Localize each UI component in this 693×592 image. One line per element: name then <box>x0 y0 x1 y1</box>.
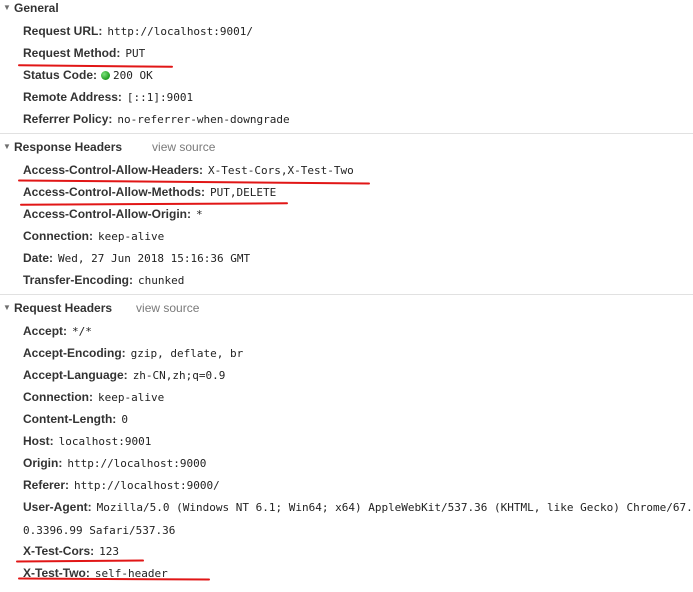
section-title: Response Headers <box>14 140 123 154</box>
header-row: X-Test-Two: self-header <box>23 562 693 584</box>
response-headers-section-header[interactable]: ▼ Response Headers view source <box>0 139 693 159</box>
header-row: X-Test-Cors: 123 <box>23 540 693 562</box>
header-key: Access-Control-Allow-Headers: <box>23 163 204 177</box>
triangle-down-icon[interactable]: ▼ <box>3 139 13 155</box>
header-key: Transfer-Encoding: <box>23 273 134 287</box>
header-value: 200 OK <box>113 69 153 82</box>
header-key: Accept-Encoding: <box>23 346 126 360</box>
header-row: Referer: http://localhost:9000/ <box>23 474 693 496</box>
header-key: Remote Address: <box>23 90 122 104</box>
header-value: Wed, 27 Jun 2018 15:16:36 GMT <box>58 252 251 265</box>
header-value: [::1]:9001 <box>126 91 194 104</box>
header-value: X-Test-Cors,X-Test-Two <box>208 164 354 177</box>
header-key: Request URL: <box>23 24 103 38</box>
header-value: PUT <box>125 47 146 60</box>
triangle-down-icon[interactable]: ▼ <box>3 300 13 316</box>
header-value: keep-alive <box>98 391 165 404</box>
header-key: Connection: <box>23 390 93 404</box>
general-rows: Request URL: http://localhost:9001/ Reque… <box>0 20 693 130</box>
header-value: PUT,DELETE <box>210 186 277 199</box>
header-row: Request Method: PUT <box>23 42 693 64</box>
header-value: Mozilla/5.0 (Windows NT 6.1; Win64; x64)… <box>23 501 693 537</box>
header-row: User-Agent: Mozilla/5.0 (Windows NT 6.1; … <box>23 496 693 540</box>
header-row: Content-Length: 0 <box>23 408 693 430</box>
header-key: Accept: <box>23 324 68 338</box>
header-row: Connection: keep-alive <box>23 386 693 408</box>
section-title: General <box>14 1 59 15</box>
general-section-header[interactable]: ▼ General <box>0 0 693 20</box>
response-headers-section: ▼ Response Headers view source Access-Co… <box>0 134 693 295</box>
header-value: 0 <box>121 413 128 426</box>
header-row: Remote Address: [::1]:9001 <box>23 86 693 108</box>
header-row: Request URL: http://localhost:9001/ <box>23 20 693 42</box>
header-value: keep-alive <box>98 230 165 243</box>
header-key: Request Method: <box>23 46 121 60</box>
request-headers-section-header[interactable]: ▼ Request Headers view source <box>0 300 693 320</box>
header-row: Accept: */* <box>23 320 693 342</box>
header-key: Referrer Policy: <box>23 112 113 126</box>
triangle-down-icon[interactable]: ▼ <box>3 0 13 16</box>
header-row: Connection: keep-alive <box>23 225 693 247</box>
header-row: Referrer Policy: no-referrer-when-downgra… <box>23 108 693 130</box>
header-value: no-referrer-when-downgrade <box>117 113 290 126</box>
response-headers-rows: Access-Control-Allow-Headers: X-Test-Cors… <box>0 159 693 291</box>
status-dot-icon <box>101 71 111 80</box>
header-value: * <box>196 208 203 221</box>
header-key: Status Code: <box>23 68 98 82</box>
header-row: Host: localhost:9001 <box>23 430 693 452</box>
header-value: http://localhost:9001/ <box>107 25 254 38</box>
header-value: chunked <box>138 274 185 287</box>
header-row: Origin: http://localhost:9000 <box>23 452 693 474</box>
header-key: Accept-Language: <box>23 368 128 382</box>
header-value: http://localhost:9000 <box>67 457 207 470</box>
header-key: Origin: <box>23 456 63 470</box>
header-value: localhost:9001 <box>58 435 152 448</box>
header-value: gzip, deflate, br <box>130 347 244 360</box>
section-title: Request Headers <box>14 301 113 315</box>
header-row: Accept-Language: zh-CN,zh;q=0.9 <box>23 364 693 386</box>
header-row: Access-Control-Allow-Headers: X-Test-Cors… <box>23 159 693 181</box>
request-headers-section: ▼ Request Headers view source Accept: */*… <box>0 295 693 584</box>
header-row: Access-Control-Allow-Origin: * <box>23 203 693 225</box>
view-source-link[interactable]: view source <box>136 300 199 316</box>
header-key: Access-Control-Allow-Origin: <box>23 207 192 221</box>
header-row: Date: Wed, 27 Jun 2018 15:16:36 GMT <box>23 247 693 269</box>
header-key: Content-Length: <box>23 412 117 426</box>
header-key: Connection: <box>23 229 93 243</box>
header-key: Access-Control-Allow-Methods: <box>23 185 206 199</box>
header-key: X-Test-Cors: <box>23 544 95 558</box>
header-key: Date: <box>23 251 54 265</box>
header-value: 123 <box>99 545 119 558</box>
header-value: http://localhost:9000/ <box>74 479 220 492</box>
request-headers-rows: Accept: */* Accept-Encoding: gzip, deflate… <box>0 320 693 584</box>
header-row: Accept-Encoding: gzip, deflate, br <box>23 342 693 364</box>
header-value: zh-CN,zh;q=0.9 <box>132 369 226 382</box>
view-source-link[interactable]: view source <box>152 139 215 155</box>
header-key: User-Agent: <box>23 500 92 514</box>
header-value: */* <box>72 325 92 338</box>
header-row: Transfer-Encoding: chunked <box>23 269 693 291</box>
header-key: Referer: <box>23 478 70 492</box>
header-key: Host: <box>23 434 54 448</box>
